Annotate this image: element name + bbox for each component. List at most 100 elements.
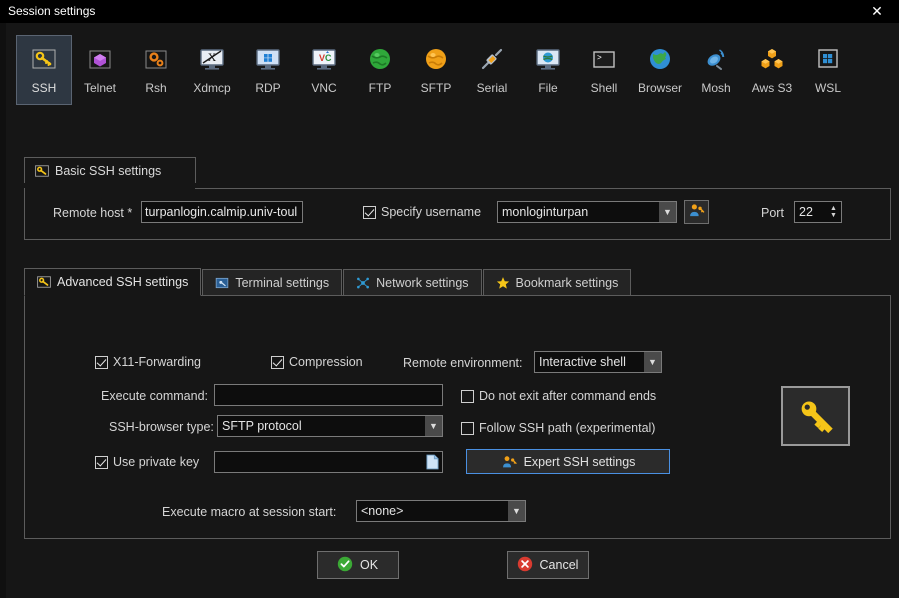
session-type-rsh[interactable]: Rsh <box>128 35 184 105</box>
key-icon <box>37 275 51 289</box>
wsl-windows-icon <box>812 43 844 75</box>
remote-host-input[interactable] <box>141 201 303 223</box>
svg-text:>: > <box>597 54 602 63</box>
ssh-browser-type-combo[interactable]: SFTP protocol ▼ <box>217 415 443 437</box>
x11-forwarding-checkbox[interactable]: X11-Forwarding <box>95 355 201 369</box>
session-type-label: SSH <box>32 81 57 95</box>
terminal-icon <box>215 276 229 290</box>
session-type-label: VNC <box>311 81 336 95</box>
ftp-globe-icon <box>364 43 396 75</box>
remote-environment-value: Interactive shell <box>535 355 644 369</box>
remote-environment-combo[interactable]: Interactive shell ▼ <box>534 351 662 373</box>
session-type-browser[interactable]: Browser <box>632 35 688 105</box>
tab-terminal-settings[interactable]: Terminal settings <box>202 269 342 296</box>
serial-plug-icon <box>476 43 508 75</box>
checkbox-box <box>271 356 284 369</box>
execute-command-input[interactable] <box>214 384 443 406</box>
tab-network-settings[interactable]: Network settings <box>343 269 481 296</box>
compression-label: Compression <box>289 355 363 369</box>
session-type-label: Telnet <box>84 81 116 95</box>
port-value: 22 <box>795 202 826 222</box>
checkbox-box <box>363 206 376 219</box>
tab-bookmark-settings[interactable]: Bookmark settings <box>483 269 632 296</box>
username-combo[interactable]: monloginturpan ▼ <box>497 201 677 223</box>
network-icon <box>356 276 370 290</box>
cancel-button[interactable]: Cancel <box>507 551 589 579</box>
x11-forwarding-label: X11-Forwarding <box>113 355 201 369</box>
private-key-field-wrap <box>214 451 443 473</box>
rdp-windows-icon <box>252 43 284 75</box>
private-key-input[interactable] <box>214 451 443 473</box>
chevron-down-icon: ▼ <box>659 202 676 222</box>
username-value: monloginturpan <box>498 205 659 219</box>
settings-tab-row: Advanced SSH settings Terminal settings <box>24 269 632 296</box>
spinner-up-icon[interactable]: ▲ <box>830 205 837 212</box>
session-type-shell[interactable]: > Shell <box>576 35 632 105</box>
specify-username-checkbox[interactable]: Specify username <box>363 205 481 219</box>
cancel-label: Cancel <box>540 558 579 572</box>
chevron-down-icon: ▼ <box>425 416 442 436</box>
window-title: Session settings <box>8 4 95 18</box>
key-icon <box>35 164 49 178</box>
user-key-button[interactable] <box>684 200 709 224</box>
session-type-wsl[interactable]: WSL <box>800 35 856 105</box>
vnc-monitor-icon: V C <box>308 43 340 75</box>
tab-label: Terminal settings <box>235 276 329 290</box>
execute-macro-label: Execute macro at session start: <box>162 505 336 519</box>
follow-ssh-path-checkbox[interactable]: Follow SSH path (experimental) <box>461 421 655 435</box>
session-type-ssh[interactable]: SSH <box>16 35 72 105</box>
session-type-label: Serial <box>477 81 508 95</box>
session-type-sftp[interactable]: SFTP <box>408 35 464 105</box>
session-type-label: Rsh <box>145 81 166 95</box>
remote-environment-label: Remote environment: <box>403 356 523 370</box>
session-type-ftp[interactable]: FTP <box>352 35 408 105</box>
session-type-bar: SSH Telnet Rsh <box>16 35 893 107</box>
checkbox-box <box>461 422 474 435</box>
session-type-aws-s3[interactable]: Aws S3 <box>744 35 800 105</box>
port-spinner[interactable]: 22 ▲ ▼ <box>794 201 842 223</box>
session-type-rdp[interactable]: RDP <box>240 35 296 105</box>
session-type-label: SFTP <box>421 81 452 95</box>
session-type-xdmcp[interactable]: X Xdmcp <box>184 35 240 105</box>
remote-host-label: Remote host * <box>53 206 132 220</box>
basic-ssh-settings-tab[interactable]: Basic SSH settings <box>24 157 196 183</box>
session-type-telnet[interactable]: Telnet <box>72 35 128 105</box>
ok-label: OK <box>360 558 378 572</box>
session-type-mosh[interactable]: Mosh <box>688 35 744 105</box>
session-type-label: Xdmcp <box>193 81 230 95</box>
file-browse-icon[interactable] <box>426 454 439 470</box>
use-private-key-checkbox[interactable]: Use private key <box>95 455 199 469</box>
session-type-label: File <box>538 81 557 95</box>
session-type-label: RDP <box>255 81 280 95</box>
user-key-icon <box>501 454 517 470</box>
compression-checkbox[interactable]: Compression <box>271 355 363 369</box>
do-not-exit-checkbox[interactable]: Do not exit after command ends <box>461 389 656 403</box>
spinner-down-icon[interactable]: ▼ <box>830 212 837 219</box>
tab-advanced-ssh-settings[interactable]: Advanced SSH settings <box>24 268 201 296</box>
session-type-label: WSL <box>815 81 841 95</box>
spinner-arrows[interactable]: ▲ ▼ <box>826 202 841 222</box>
session-type-vnc[interactable]: V C VNC <box>296 35 352 105</box>
session-type-file[interactable]: File <box>520 35 576 105</box>
title-bar: Session settings ✕ <box>0 0 899 23</box>
ok-button[interactable]: OK <box>317 551 399 579</box>
mosh-dish-icon <box>700 43 732 75</box>
dialog-footer: OK Cancel <box>6 551 899 579</box>
tab-label: Advanced SSH settings <box>57 275 188 289</box>
specify-username-label: Specify username <box>381 205 481 219</box>
close-icon[interactable]: ✕ <box>855 0 899 23</box>
do-not-exit-label: Do not exit after command ends <box>479 389 656 403</box>
tab-label: Bookmark settings <box>516 276 619 290</box>
session-type-label: Shell <box>591 81 618 95</box>
browser-globe-icon <box>644 43 676 75</box>
checkbox-box <box>461 390 474 403</box>
ssh-key-illustration <box>781 386 850 446</box>
expert-ssh-settings-button[interactable]: Expert SSH settings <box>466 449 670 474</box>
checkbox-box <box>95 356 108 369</box>
chevron-down-icon: ▼ <box>644 352 661 372</box>
execute-macro-combo[interactable]: <none> ▼ <box>356 500 526 522</box>
checkbox-box <box>95 456 108 469</box>
ssh-browser-type-label: SSH-browser type: <box>109 420 214 434</box>
session-type-serial[interactable]: Serial <box>464 35 520 105</box>
telnet-cube-icon <box>84 43 116 75</box>
